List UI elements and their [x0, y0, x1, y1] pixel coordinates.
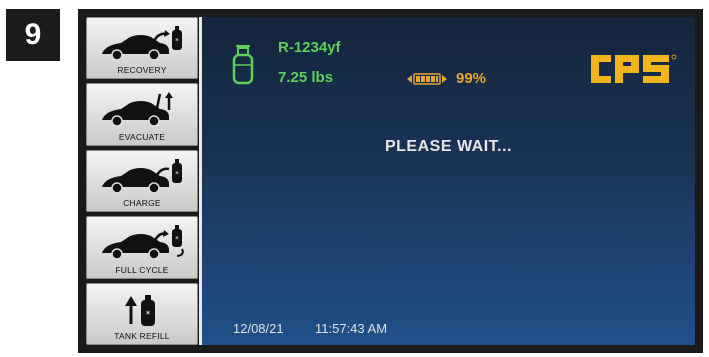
tank-refill-label: TANK REFILL: [114, 331, 170, 342]
svg-text:*: *: [175, 37, 179, 45]
battery-percentage: 99%: [456, 70, 487, 87]
car-full-cycle-icon: *: [102, 225, 184, 260]
step-number-badge: 9: [6, 9, 60, 61]
sidebar-menu: * RECOVERY EVACUATE * CHARGE * FULL CYCL…: [86, 17, 198, 346]
evacuate-button[interactable]: EVACUATE: [86, 83, 198, 146]
full-cycle-label: FULL CYCLE: [115, 264, 169, 275]
svg-text:*: *: [146, 310, 151, 320]
car-charge-icon: *: [102, 158, 182, 194]
full-cycle-button[interactable]: * FULL CYCLE: [86, 216, 198, 279]
charge-label: CHARGE: [123, 198, 161, 209]
charge-button[interactable]: * CHARGE: [86, 149, 198, 213]
display-screen: R-1234yf 7.25 lbs 99% PLEASE WAIT... 12/…: [202, 17, 695, 345]
battery-icon: [407, 73, 447, 85]
date-display: 12/08/21: [233, 321, 284, 336]
recovery-button[interactable]: * RECOVERY: [86, 17, 198, 80]
tank-refill-button[interactable]: * TANK REFILL: [86, 282, 198, 346]
svg-text:*: *: [175, 170, 179, 178]
car-recovery-icon: *: [102, 26, 182, 61]
car-evacuate-icon: [102, 92, 173, 128]
device-frame: * RECOVERY EVACUATE * CHARGE * FULL CYCL…: [78, 9, 703, 353]
tank-refill-icon: *: [125, 294, 155, 326]
recovery-label: RECOVERY: [117, 65, 167, 76]
cps-logo: [591, 54, 677, 83]
evacuate-label: EVACUATE: [118, 131, 166, 142]
svg-text:*: *: [175, 235, 179, 243]
refrigerant-weight: 7.25 lbs: [278, 69, 334, 86]
refrigerant-type: R-1234yf: [278, 39, 341, 56]
status-message: PLEASE WAIT...: [384, 138, 512, 155]
refrigerant-tank-icon: [232, 45, 254, 85]
time-display: 11:57:43 AM: [315, 321, 388, 336]
